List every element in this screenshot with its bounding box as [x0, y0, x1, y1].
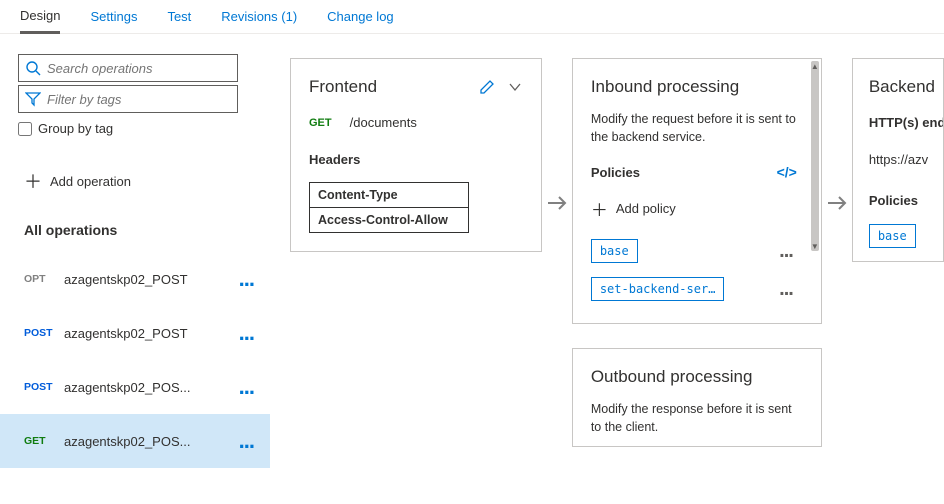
tab-design[interactable]: Design: [20, 0, 60, 34]
policy-chip[interactable]: base: [869, 224, 916, 248]
arrow-right-icon: [546, 192, 568, 214]
policy-chip[interactable]: set-backend-ser…: [591, 277, 725, 301]
add-policy-button[interactable]: ＋ Add policy: [591, 196, 797, 221]
tab-settings[interactable]: Settings: [90, 0, 137, 34]
scroll-down-icon[interactable]: ▼: [811, 241, 819, 251]
operation-row[interactable]: POST azagentskp02_POS... ...: [0, 360, 270, 414]
operation-name: azagentskp02_POST: [64, 272, 233, 287]
operation-menu-icon[interactable]: ...: [233, 428, 260, 454]
edit-icon[interactable]: [479, 79, 495, 95]
policy-menu-icon[interactable]: ...: [779, 278, 797, 301]
operation-name: azagentskp02_POST: [64, 326, 233, 341]
method-badge: OPT: [24, 273, 64, 285]
group-by-tag-checkbox[interactable]: Group by tag: [18, 121, 252, 136]
operation-menu-icon[interactable]: ...: [233, 320, 260, 346]
group-by-tag-box[interactable]: [18, 122, 32, 136]
flow-arrow: [542, 58, 572, 214]
operation-row[interactable]: GET azagentskp02_POS... ...: [0, 414, 270, 468]
code-editor-icon[interactable]: </>: [777, 164, 797, 180]
frontend-card: Frontend GET /documents Headers Content-…: [290, 58, 542, 252]
add-operation-button[interactable]: ＋ Add operation: [18, 168, 252, 194]
operation-menu-icon[interactable]: ...: [233, 374, 260, 400]
backend-card: Backend HTTP(s) endpoint https://azv Pol…: [852, 58, 944, 262]
method-badge: POST: [24, 327, 64, 339]
policies-label: Policies: [591, 165, 640, 180]
backend-endpoint-url: https://azv: [869, 152, 943, 167]
operations-sidebar: Group by tag ＋ Add operation All operati…: [0, 34, 270, 504]
inbound-processing-card: ▲ ▼ Inbound processing Modify the reques…: [572, 58, 822, 324]
search-operations-input-wrap[interactable]: [18, 54, 238, 82]
operation-name: azagentskp02_POS...: [64, 380, 233, 395]
header-item[interactable]: Access-Control-Allow: [309, 207, 469, 233]
operations-list: OPT azagentskp02_POST ... POST azagentsk…: [0, 252, 270, 468]
filter-tags-input[interactable]: [47, 92, 231, 107]
policy-menu-icon[interactable]: ...: [779, 240, 797, 263]
plus-icon: ＋: [24, 168, 42, 194]
method-badge: GET: [24, 435, 64, 447]
backend-policies-label: Policies: [869, 193, 943, 208]
policy-chip[interactable]: base: [591, 239, 638, 263]
plus-icon: ＋: [591, 196, 608, 221]
group-by-tag-label: Group by tag: [38, 121, 113, 136]
frontend-title: Frontend: [309, 77, 377, 97]
method-badge: POST: [24, 381, 64, 393]
scroll-up-icon[interactable]: ▲: [811, 61, 819, 71]
header-item[interactable]: Content-Type: [309, 182, 469, 208]
filter-icon: [25, 91, 41, 107]
operation-menu-icon[interactable]: ...: [233, 266, 260, 292]
filter-tags-input-wrap[interactable]: [18, 85, 238, 113]
headers-label: Headers: [309, 152, 523, 167]
tab-test[interactable]: Test: [167, 0, 191, 34]
design-canvas: Frontend GET /documents Headers Content-…: [270, 34, 944, 504]
route-path: /documents: [350, 115, 417, 130]
tab-revisions[interactable]: Revisions (1): [221, 0, 297, 34]
route-method: GET: [309, 117, 332, 129]
operation-row[interactable]: OPT azagentskp02_POST ...: [0, 252, 270, 306]
all-operations-header[interactable]: All operations: [18, 222, 252, 238]
tab-bar: Design Settings Test Revisions (1) Chang…: [0, 0, 944, 34]
outbound-processing-card: Outbound processing Modify the response …: [572, 348, 822, 447]
operation-name: azagentskp02_POS...: [64, 434, 233, 449]
scrollbar[interactable]: ▲ ▼: [811, 61, 819, 251]
search-icon: [25, 60, 41, 76]
flow-arrow: [822, 58, 852, 214]
outbound-title: Outbound processing: [591, 367, 797, 387]
outbound-desc: Modify the response before it is sent to…: [591, 401, 797, 436]
tab-change-log[interactable]: Change log: [327, 0, 394, 34]
add-operation-label: Add operation: [50, 174, 131, 189]
inbound-title: Inbound processing: [591, 77, 797, 97]
inbound-desc: Modify the request before it is sent to …: [591, 111, 797, 146]
backend-title: Backend: [869, 77, 943, 97]
chevron-down-icon[interactable]: [507, 79, 523, 95]
arrow-right-icon: [826, 192, 848, 214]
operation-row[interactable]: POST azagentskp02_POST ...: [0, 306, 270, 360]
search-operations-input[interactable]: [47, 61, 231, 76]
backend-endpoint-label: HTTP(s) endpoint: [869, 115, 943, 130]
add-policy-label: Add policy: [616, 201, 676, 216]
